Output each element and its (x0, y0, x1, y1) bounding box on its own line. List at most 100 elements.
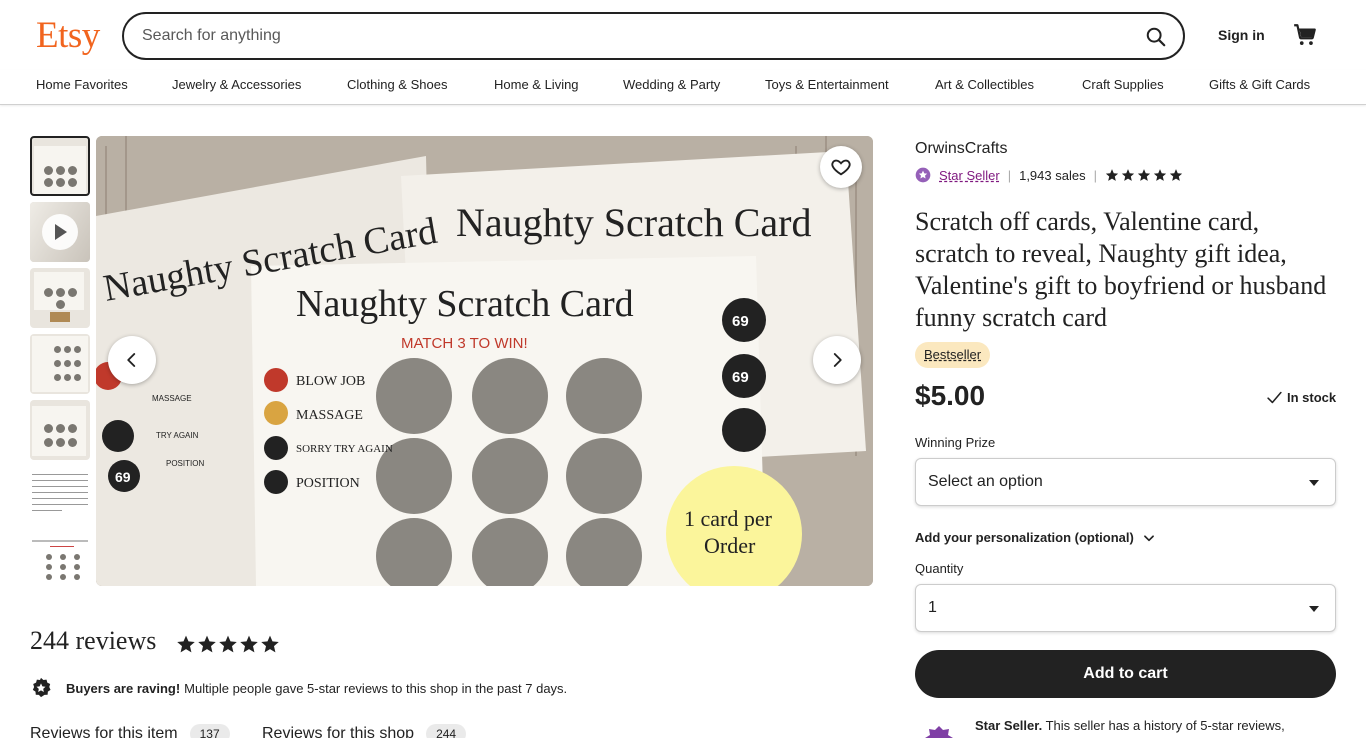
previous-image-button[interactable] (108, 336, 156, 384)
star-icon (1153, 169, 1167, 181)
shop-name-link[interactable]: OrwinsCrafts (915, 140, 1007, 158)
star-icon (261, 635, 279, 653)
tab-reviews-item-label: Reviews for this item (30, 725, 178, 738)
star-icon (1105, 169, 1119, 181)
tab-reviews-shop-count: 244 (426, 724, 467, 738)
star-icon (240, 635, 258, 653)
promo-line-1: 1 card per (684, 506, 773, 531)
stock-label: In stock (1287, 390, 1337, 405)
chevron-down-icon (1143, 534, 1154, 541)
winning-prize-value: Select an option (928, 473, 1043, 490)
sign-in-link[interactable]: Sign in (1218, 27, 1265, 43)
star-seller-note-text: This seller has a history of 5-star revi… (1045, 718, 1285, 733)
bestseller-badge[interactable]: Bestseller (915, 342, 991, 368)
star-icon (198, 635, 216, 653)
stock-status: In stock (1266, 389, 1336, 406)
tab-reviews-item[interactable]: Reviews for this item 137 (30, 724, 230, 738)
match-text: MATCH 3 TO WIN! (401, 335, 528, 352)
nav-home-favorites[interactable]: Home Favorites (36, 77, 128, 92)
separator: | (1007, 167, 1012, 183)
nav-craft-supplies[interactable]: Craft Supplies (1082, 77, 1164, 92)
promo-line-2: Order (704, 533, 756, 558)
next-image-button[interactable] (813, 336, 861, 384)
star-icon (1121, 169, 1135, 181)
star-seller-note-title: Star Seller. (975, 718, 1043, 733)
nav-home-living[interactable]: Home & Living (494, 77, 579, 92)
star-icon (219, 635, 237, 653)
star-seller-note: Star Seller. This seller has a history o… (975, 717, 1336, 735)
star-icon (1137, 169, 1151, 181)
back-left-label-3: POSITION (166, 459, 204, 468)
thumbnail-6[interactable] (30, 466, 90, 526)
star-seller-badge-icon (925, 726, 953, 738)
thumbnail-5[interactable] (30, 400, 90, 460)
star-icon (1169, 169, 1183, 181)
thumbnail-strip (30, 136, 90, 586)
nav-gifts-gift-cards[interactable]: Gifts & Gift Cards (1209, 77, 1310, 92)
etsy-logo[interactable]: Etsy (36, 14, 100, 57)
search-input[interactable] (142, 24, 1102, 48)
prize-massage: MASSAGE (296, 408, 363, 423)
price: $5.00 (915, 380, 986, 411)
checkmark-icon (1267, 391, 1282, 404)
search-button[interactable] (1141, 22, 1171, 52)
heart-icon (831, 159, 851, 176)
tab-reviews-shop[interactable]: Reviews for this shop 244 (262, 724, 467, 738)
tab-reviews-item-count: 137 (189, 724, 230, 738)
winning-prize-label: Winning Prize (915, 435, 996, 450)
front-card-title: Naughty Scratch Card (296, 283, 634, 325)
nav-jewelry-accessories[interactable]: Jewelry & Accessories (172, 77, 301, 92)
back-left-label-2: TRY AGAIN (156, 431, 199, 440)
listing-title: Scratch off cards, Valentine card, scrat… (915, 207, 1327, 332)
prize-position: POSITION (296, 476, 360, 491)
personalization-toggle[interactable]: Add your personalization (optional) (915, 530, 1156, 545)
side-number-1: 69 (732, 313, 749, 330)
reviews-heading: 244 reviews (30, 626, 157, 655)
thumbnail-4[interactable] (30, 334, 90, 394)
raving-title: Buyers are raving! (66, 680, 181, 696)
nav-toys-entertainment[interactable]: Toys & Entertainment (765, 77, 889, 92)
reviews-rating-stars (176, 634, 280, 654)
back-left-number: 69 (115, 469, 131, 485)
dropdown-caret-icon (1309, 480, 1319, 486)
favorite-button[interactable] (820, 146, 862, 188)
thumbnail-video[interactable] (30, 202, 90, 262)
nav-clothing-shoes[interactable]: Clothing & Shoes (347, 77, 447, 92)
main-product-image[interactable]: Naughty Scratch Card Naughty Scratch Car… (96, 136, 873, 586)
back-left-label-1: MASSAGE (152, 394, 192, 403)
sales-count: 1,943 sales (1019, 167, 1086, 183)
site-header: Etsy Sign in (0, 0, 1366, 70)
quantity-value: 1 (928, 599, 937, 616)
nav-art-collectibles[interactable]: Art & Collectibles (935, 77, 1034, 92)
prize-blow-job: BLOW JOB (296, 374, 365, 389)
winning-prize-select[interactable]: Select an option (915, 458, 1336, 506)
add-to-cart-button[interactable]: Add to cart (915, 650, 1336, 698)
dropdown-caret-icon (1309, 606, 1319, 612)
scratch-card-photo: Naughty Scratch Card Naughty Scratch Car… (96, 136, 873, 586)
chevron-right-icon (833, 353, 842, 367)
play-icon (55, 224, 67, 240)
side-number-2: 69 (732, 369, 749, 386)
back-card-title: Naughty Scratch Card (456, 200, 811, 245)
star-icon (177, 635, 195, 653)
cart-icon (1294, 24, 1316, 45)
separator: | (1093, 167, 1097, 183)
tab-reviews-shop-label: Reviews for this shop (262, 725, 415, 738)
raving-text: Multiple people gave 5-star reviews to t… (184, 680, 568, 696)
shop-rating-stars[interactable] (1105, 168, 1183, 182)
nav-wedding-party[interactable]: Wedding & Party (623, 77, 720, 92)
search-bar[interactable] (122, 12, 1185, 60)
search-icon (1146, 27, 1166, 47)
quantity-select[interactable]: 1 (915, 584, 1336, 632)
quantity-label: Quantity (915, 561, 964, 576)
thumbnail-3[interactable] (30, 268, 90, 328)
category-nav: Home Favorites Jewelry & Accessories Clo… (0, 70, 1366, 105)
star-seller-link[interactable]: Star Seller (939, 168, 1000, 183)
chevron-left-icon (127, 353, 136, 367)
cart-button[interactable] (1292, 22, 1318, 48)
thumbnail-7[interactable] (30, 532, 90, 586)
thumbnail-1[interactable] (30, 136, 90, 196)
raving-star-badge-icon (32, 677, 51, 698)
star-seller-icon (915, 167, 931, 183)
personalization-label: Add your personalization (optional) (915, 530, 1134, 545)
